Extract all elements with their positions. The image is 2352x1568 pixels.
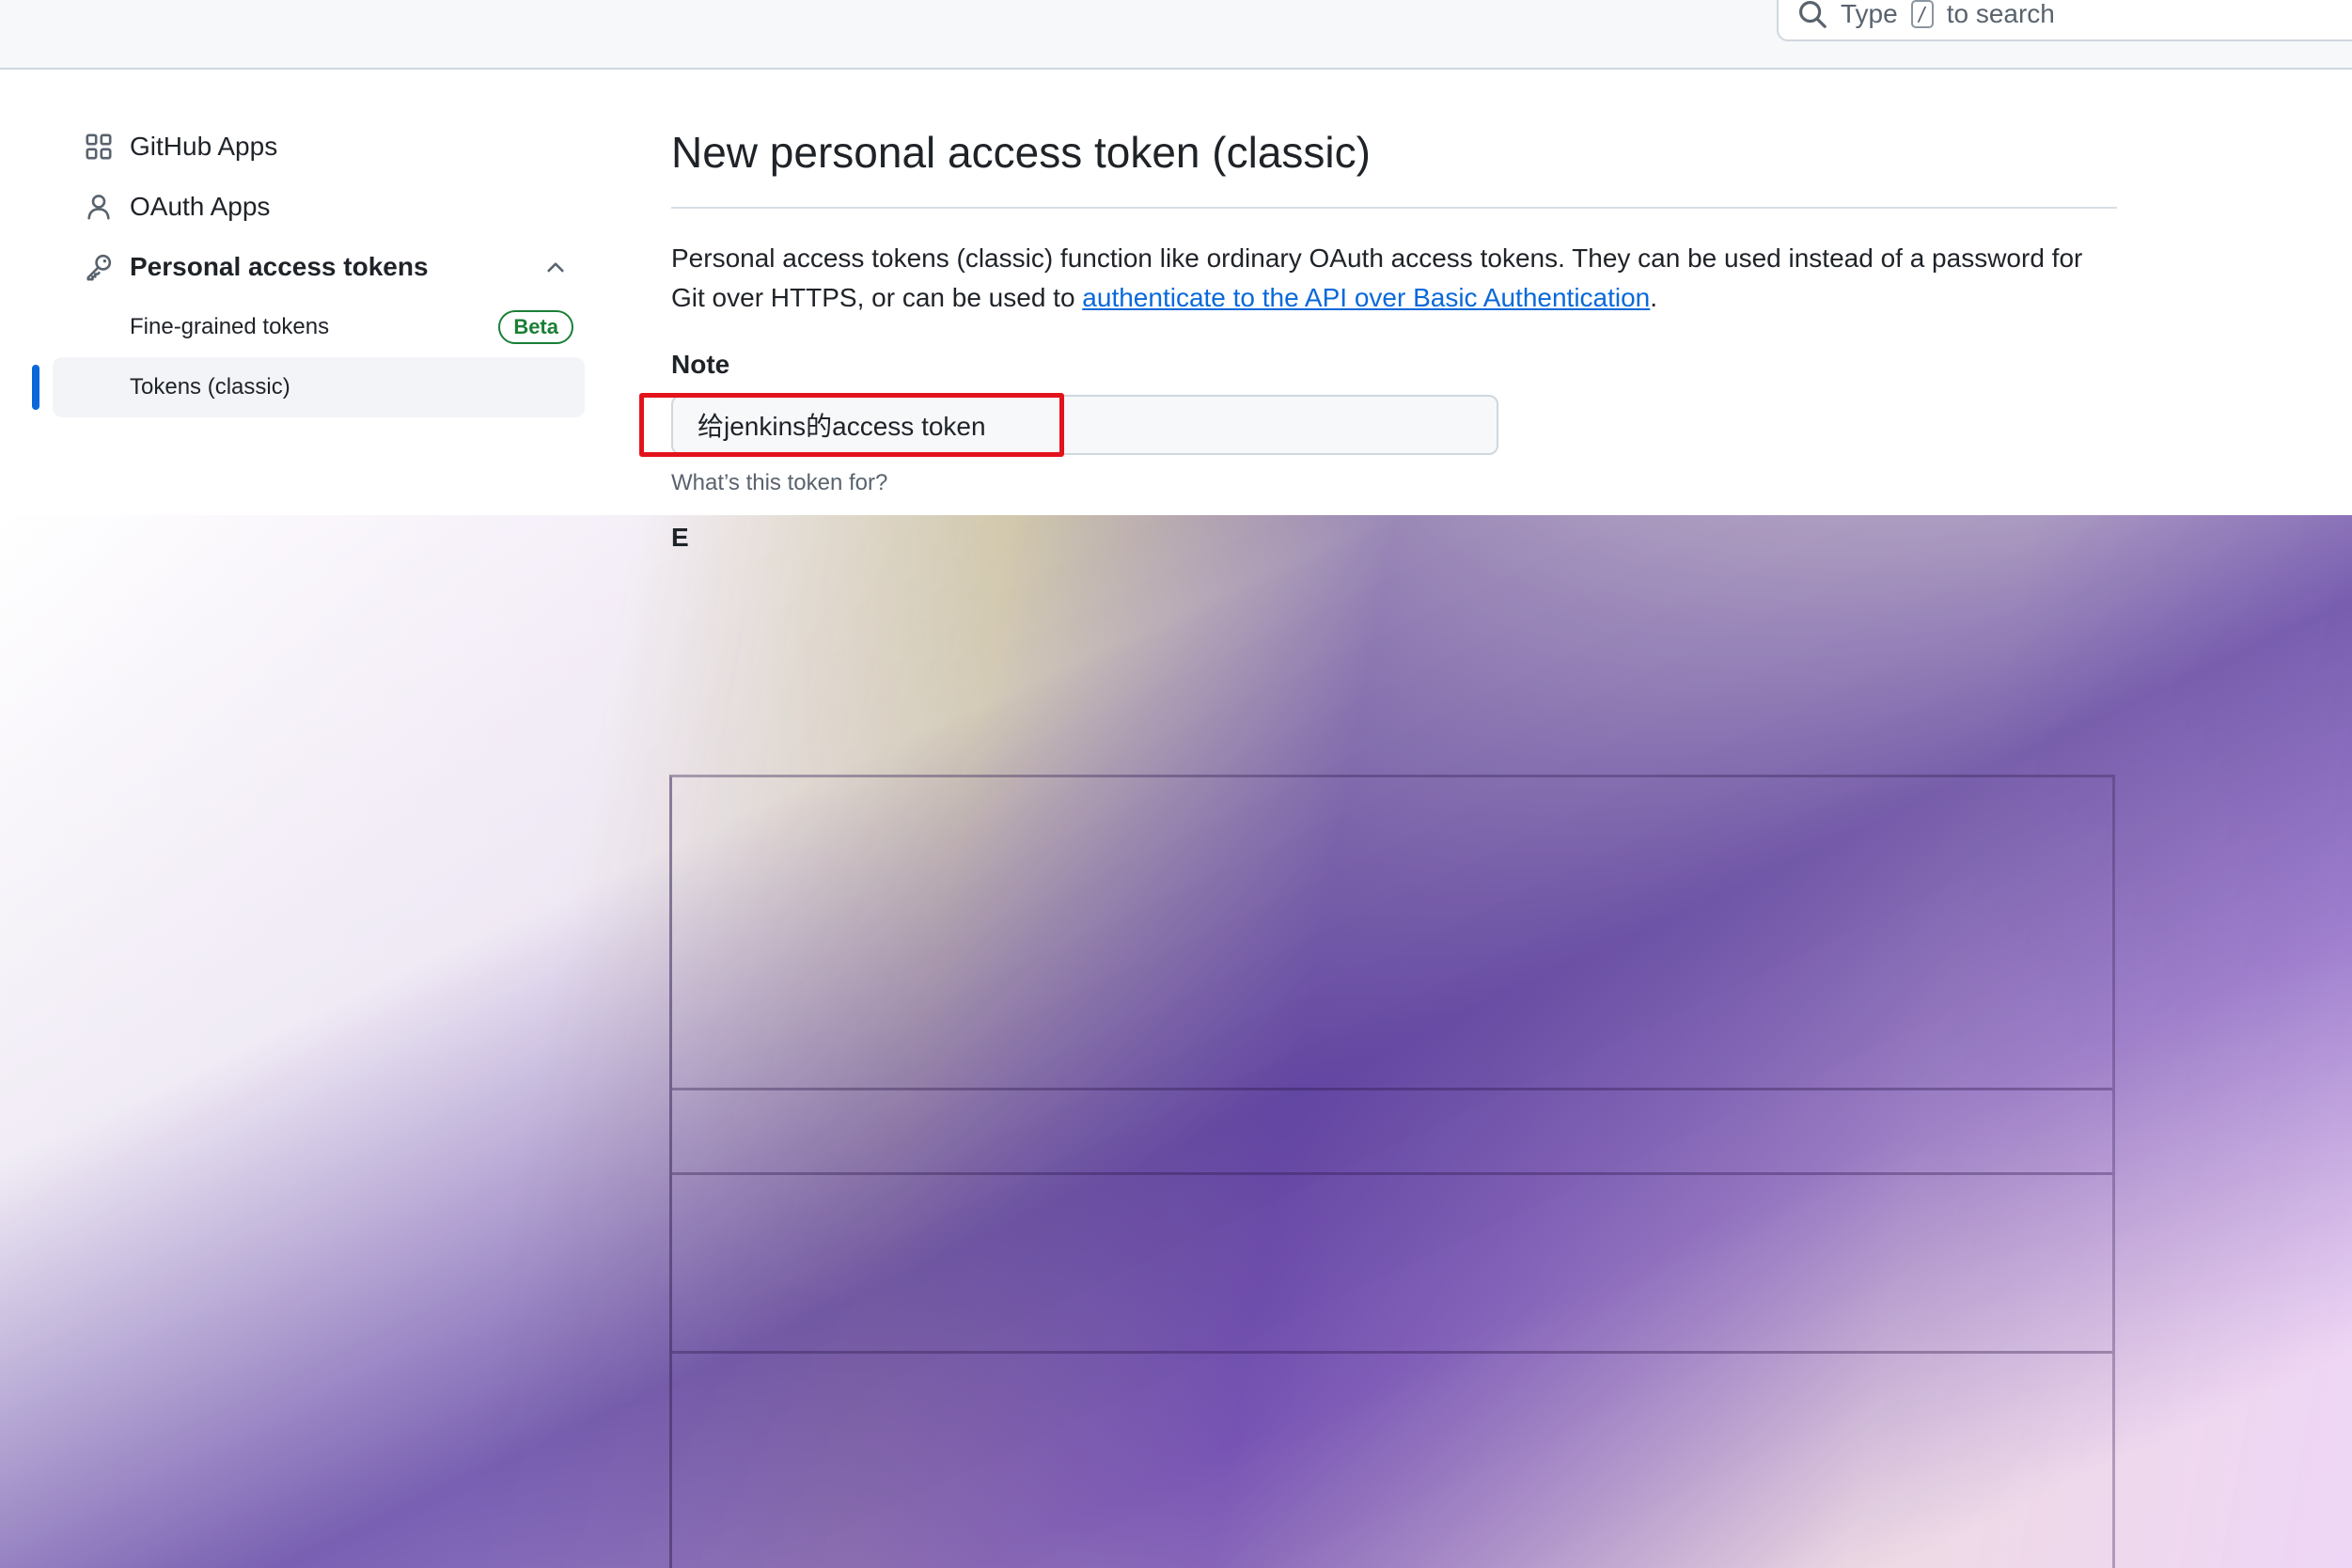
expiration-label-partial: E bbox=[671, 523, 689, 552]
note-input[interactable] bbox=[671, 395, 1498, 455]
slash-key-hint: / bbox=[1910, 0, 1934, 28]
top-bar: Type / to search bbox=[0, 0, 2352, 70]
sidebar-item-oauth-apps[interactable]: OAuth Apps bbox=[53, 177, 585, 237]
sidebar-item-label: Personal access tokens bbox=[130, 252, 429, 281]
beta-badge: Beta bbox=[498, 310, 573, 344]
sidebar-subitem-label: Tokens (classic) bbox=[130, 374, 290, 400]
note-label: Note bbox=[671, 350, 730, 379]
main-content: New personal access token (classic) Pers… bbox=[639, 117, 2119, 496]
note-hint: What’s this token for? bbox=[671, 470, 888, 495]
sidebar-item-personal-access-tokens[interactable]: Personal access tokens bbox=[53, 237, 585, 297]
basic-auth-docs-link[interactable]: authenticate to the API over Basic Authe… bbox=[1082, 283, 1650, 312]
search-suffix-text: to search bbox=[1946, 0, 2055, 28]
scopes-table-divider bbox=[672, 1172, 2112, 1175]
scopes-table-divider bbox=[672, 1088, 2112, 1090]
sidebar-subitem-fine-grained-tokens[interactable]: Fine-grained tokens Beta bbox=[53, 297, 585, 357]
sidebar-subitem-label: Fine-grained tokens bbox=[130, 314, 330, 339]
sidebar-item-label: GitHub Apps bbox=[130, 132, 278, 161]
active-indicator bbox=[32, 365, 39, 410]
description-period: . bbox=[1650, 283, 1658, 312]
search-input[interactable]: Type / to search bbox=[1777, 0, 2352, 41]
sidebar-item-label: OAuth Apps bbox=[130, 192, 271, 221]
sidebar-subitem-tokens-classic[interactable]: Tokens (classic) bbox=[32, 357, 585, 417]
chevron-up-icon[interactable] bbox=[543, 255, 568, 279]
search-icon bbox=[1799, 1, 1827, 28]
search-prefix-text: Type bbox=[1841, 0, 1898, 28]
person-icon bbox=[87, 195, 110, 220]
note-field-wrapper bbox=[639, 393, 1498, 457]
page-title: New personal access token (classic) bbox=[671, 117, 2117, 209]
page-description: Personal access tokens (classic) functio… bbox=[671, 239, 2119, 318]
scopes-table-obscured bbox=[669, 775, 2115, 1568]
sidebar-item-github-apps[interactable]: GitHub Apps bbox=[53, 117, 585, 177]
apps-grid-icon bbox=[86, 133, 112, 160]
key-icon bbox=[86, 254, 112, 281]
settings-sidebar: GitHub Apps OAuth Apps Personal access t… bbox=[32, 117, 585, 417]
scopes-table-divider bbox=[672, 1351, 2112, 1354]
